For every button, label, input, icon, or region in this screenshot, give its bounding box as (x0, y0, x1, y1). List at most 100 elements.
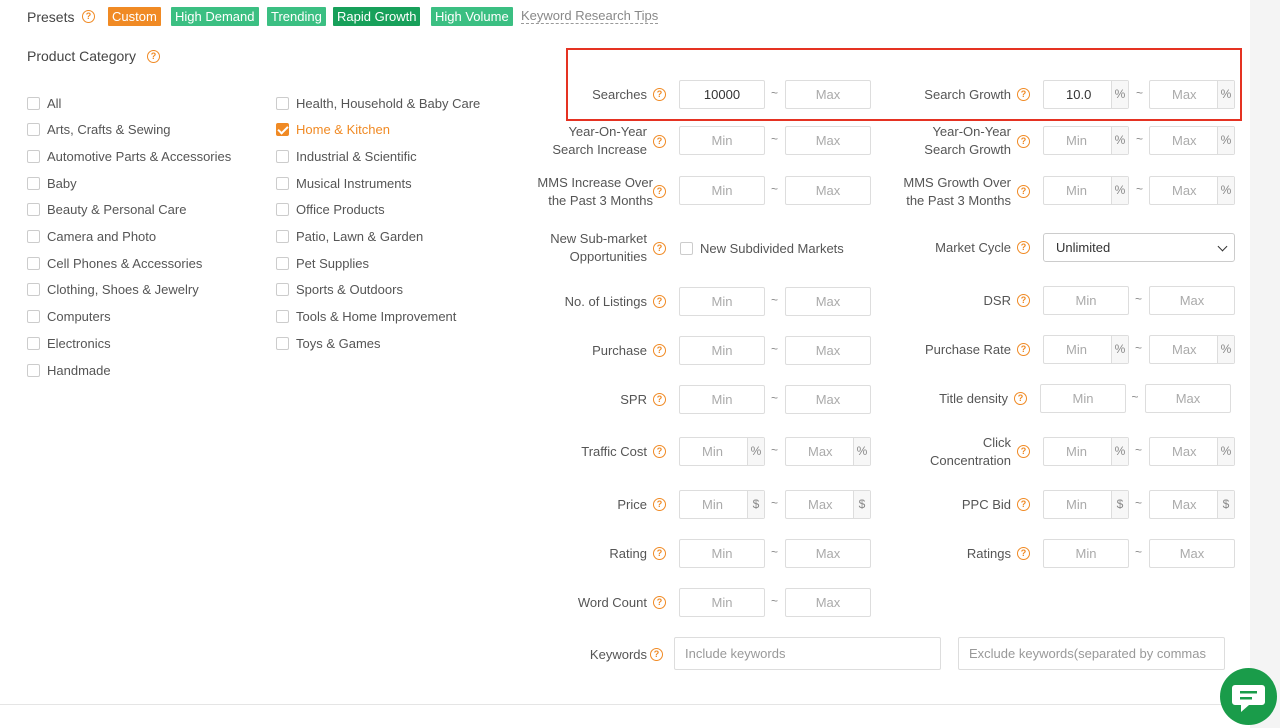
category-item[interactable]: Handmade (27, 362, 111, 378)
mms-growth-help-icon[interactable]: ? (1017, 185, 1030, 198)
traffic-cost-help-icon[interactable]: ? (653, 445, 666, 458)
title-density-max-input[interactable]: Max (1145, 384, 1231, 413)
word-count-max-input[interactable]: Max (785, 588, 871, 617)
rating-min-input[interactable]: Min (679, 539, 765, 568)
price-min-input[interactable]: Min $ (679, 490, 765, 519)
purchase-rate-help-icon[interactable]: ? (1017, 343, 1030, 356)
yoy-growth-min-input[interactable]: Min% (1043, 126, 1129, 155)
spr-max-input[interactable]: Max (785, 385, 871, 414)
rating-help-icon[interactable]: ? (653, 547, 666, 560)
include-keywords-input[interactable]: Include keywords (674, 637, 941, 670)
category-checkbox[interactable] (276, 123, 289, 137)
category-checkbox[interactable] (27, 123, 40, 137)
spr-help-icon[interactable]: ? (653, 393, 666, 406)
category-item[interactable]: Pet Supplies (276, 255, 369, 271)
searches-min-input[interactable]: 10000 (679, 80, 765, 109)
searches-max-input[interactable]: Max (785, 80, 871, 109)
category-item[interactable]: Musical Instruments (276, 175, 412, 191)
purchase-rate-max-input[interactable]: Max% (1149, 335, 1235, 364)
new-subdivided-markets-checkbox-row[interactable]: New Subdivided Markets (680, 240, 844, 256)
category-checkbox[interactable] (27, 230, 40, 243)
category-checkbox[interactable] (27, 310, 40, 324)
listings-min-input[interactable]: Min (679, 287, 765, 316)
preset-high-demand[interactable]: High Demand (171, 7, 259, 26)
market-cycle-help-icon[interactable]: ? (1017, 241, 1030, 254)
preset-custom[interactable]: Custom (108, 7, 161, 26)
search-growth-max-input[interactable]: Max% (1149, 80, 1235, 109)
dsr-help-icon[interactable]: ? (1017, 294, 1030, 307)
price-max-input[interactable]: Max $ (785, 490, 871, 519)
category-checkbox[interactable] (27, 96, 40, 110)
searches-help-icon[interactable]: ? (653, 88, 666, 101)
yoy-increase-help-icon[interactable]: ? (653, 135, 666, 148)
category-item[interactable]: Clothing, Shoes & Jewelry (27, 282, 199, 298)
category-help-icon[interactable]: ? (147, 50, 160, 63)
category-checkbox[interactable] (27, 149, 40, 163)
traffic-cost-max-input[interactable]: Max% (785, 437, 871, 466)
ppc-bid-help-icon[interactable]: ? (1017, 498, 1030, 511)
mms-increase-help-icon[interactable]: ? (653, 185, 666, 198)
category-item[interactable]: Health, Household & Baby Care (276, 95, 480, 111)
market-cycle-select[interactable]: Unlimited (1043, 233, 1235, 262)
ratings-min-input[interactable]: Min (1043, 539, 1129, 568)
category-item[interactable]: Automotive Parts & Accessories (27, 148, 231, 164)
category-checkbox[interactable] (276, 176, 289, 190)
category-checkbox[interactable] (276, 96, 289, 110)
word-count-min-input[interactable]: Min (679, 588, 765, 617)
category-item[interactable]: Toys & Games (276, 335, 381, 351)
ppc-bid-min-input[interactable]: Min $ (1043, 490, 1129, 519)
mms-growth-max-input[interactable]: Max% (1149, 176, 1235, 205)
new-subdivided-markets-checkbox[interactable] (680, 241, 693, 255)
category-item[interactable]: Camera and Photo (27, 229, 156, 245)
preset-high-volume[interactable]: High Volume (431, 7, 513, 26)
yoy-increase-max-input[interactable]: Max (785, 126, 871, 155)
yoy-growth-max-input[interactable]: Max% (1149, 126, 1235, 155)
category-checkbox[interactable] (27, 256, 40, 270)
keywords-help-icon[interactable]: ? (650, 648, 663, 661)
ratings-help-icon[interactable]: ? (1017, 547, 1030, 560)
preset-trending[interactable]: Trending (267, 7, 326, 26)
category-checkbox[interactable] (276, 256, 289, 270)
listings-help-icon[interactable]: ? (653, 295, 666, 308)
purchase-min-input[interactable]: Min (679, 336, 765, 365)
purchase-help-icon[interactable]: ? (653, 344, 666, 357)
chat-button[interactable] (1220, 668, 1277, 725)
yoy-increase-min-input[interactable]: Min (679, 126, 765, 155)
exclude-keywords-input[interactable]: Exclude keywords(separated by commas (958, 637, 1225, 670)
category-checkbox[interactable] (276, 283, 289, 297)
category-checkbox[interactable] (276, 336, 289, 350)
category-checkbox[interactable] (276, 310, 289, 324)
scrollbar[interactable] (1250, 0, 1280, 728)
category-checkbox[interactable] (276, 230, 289, 243)
category-item[interactable]: Baby (27, 175, 77, 191)
category-checkbox[interactable] (276, 203, 289, 217)
category-item[interactable]: Office Products (276, 202, 385, 218)
category-item[interactable]: Arts, Crafts & Sewing (27, 122, 171, 138)
category-item[interactable]: Patio, Lawn & Garden (276, 229, 423, 245)
mms-growth-min-input[interactable]: Min% (1043, 176, 1129, 205)
search-growth-min-input[interactable]: 10.0% (1043, 80, 1129, 109)
category-item[interactable]: Home & Kitchen (276, 122, 390, 138)
purchase-rate-min-input[interactable]: Min% (1043, 335, 1129, 364)
click-concentration-min-input[interactable]: Min% (1043, 437, 1129, 466)
traffic-cost-min-input[interactable]: Min% (679, 437, 765, 466)
category-item[interactable]: Tools & Home Improvement (276, 309, 456, 325)
category-item[interactable]: Cell Phones & Accessories (27, 255, 202, 271)
purchase-max-input[interactable]: Max (785, 336, 871, 365)
category-checkbox[interactable] (27, 336, 40, 350)
category-checkbox[interactable] (27, 176, 40, 190)
category-checkbox[interactable] (27, 283, 40, 297)
ppc-bid-max-input[interactable]: Max $ (1149, 490, 1235, 519)
rating-max-input[interactable]: Max (785, 539, 871, 568)
preset-rapid-growth[interactable]: Rapid Growth (333, 7, 421, 26)
ratings-max-input[interactable]: Max (1149, 539, 1235, 568)
category-checkbox[interactable] (27, 203, 40, 217)
keyword-research-tips-link[interactable]: Keyword Research Tips (521, 8, 659, 24)
category-checkbox[interactable] (27, 363, 40, 377)
yoy-growth-help-icon[interactable]: ? (1017, 135, 1030, 148)
category-item[interactable]: Industrial & Scientific (276, 148, 417, 164)
category-item[interactable]: All (27, 95, 61, 111)
category-item[interactable]: Electronics (27, 335, 111, 351)
new-sub-market-help-icon[interactable]: ? (653, 242, 666, 255)
dsr-min-input[interactable]: Min (1043, 286, 1129, 315)
